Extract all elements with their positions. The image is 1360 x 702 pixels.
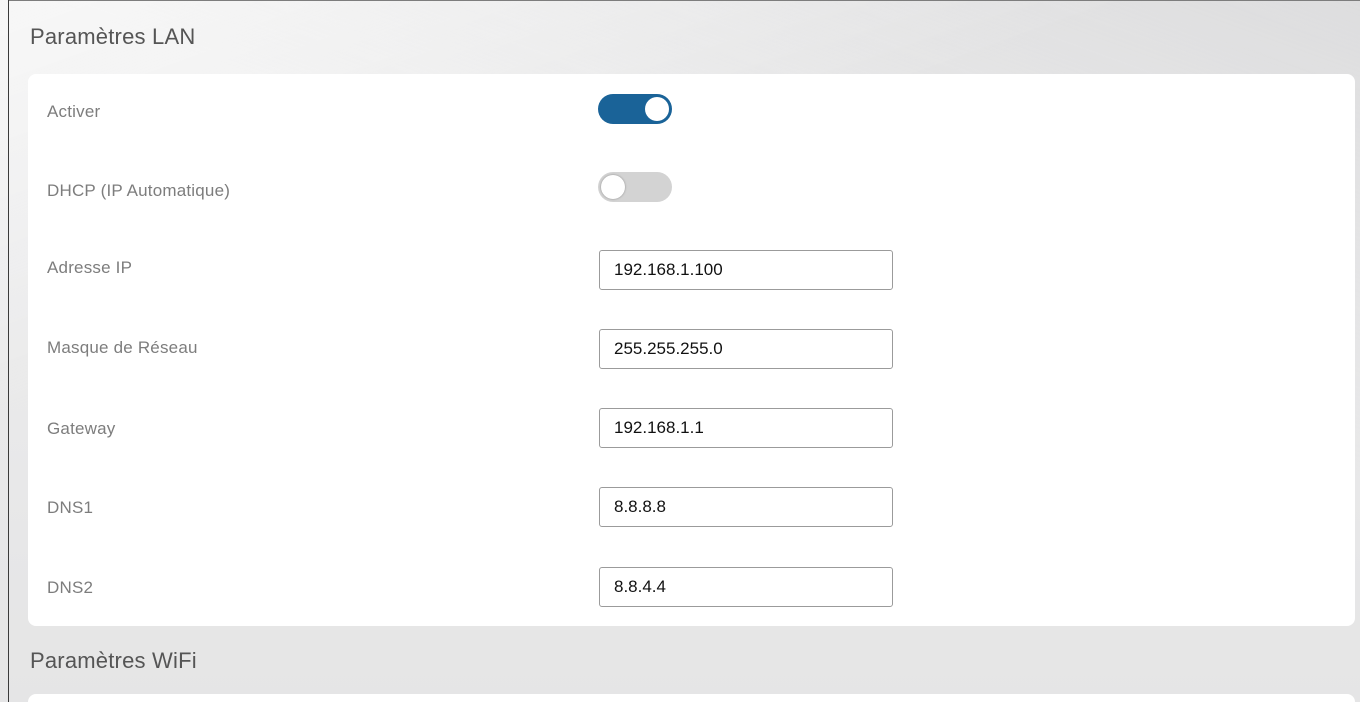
gateway-input[interactable] [599,408,893,448]
dhcp-toggle[interactable] [598,172,672,202]
dhcp-label: DHCP (IP Automatique) [47,181,231,200]
lan-settings-card: Activer DHCP (IP Automatique) Adresse IP… [28,74,1355,626]
netmask-input[interactable] [599,329,893,369]
window-left-border [8,0,9,702]
gateway-label: Gateway [47,419,116,438]
dhcp-toggle-knob [601,175,625,199]
enable-label: Activer [47,102,101,121]
dns2-label: DNS2 [47,578,94,597]
dns1-input[interactable] [599,487,893,527]
ip-address-label: Adresse IP [47,258,133,277]
wifi-settings-card [28,694,1355,702]
enable-toggle[interactable] [598,94,672,124]
dns1-label: DNS1 [47,498,94,517]
wifi-section-title: Paramètres WiFi [30,648,197,673]
window-top-border [8,0,1360,1]
netmask-label: Masque de Réseau [47,338,198,357]
ip-address-input[interactable] [599,250,893,290]
dns2-input[interactable] [599,567,893,607]
lan-section-title: Paramètres LAN [30,24,196,49]
enable-toggle-knob [645,97,669,121]
